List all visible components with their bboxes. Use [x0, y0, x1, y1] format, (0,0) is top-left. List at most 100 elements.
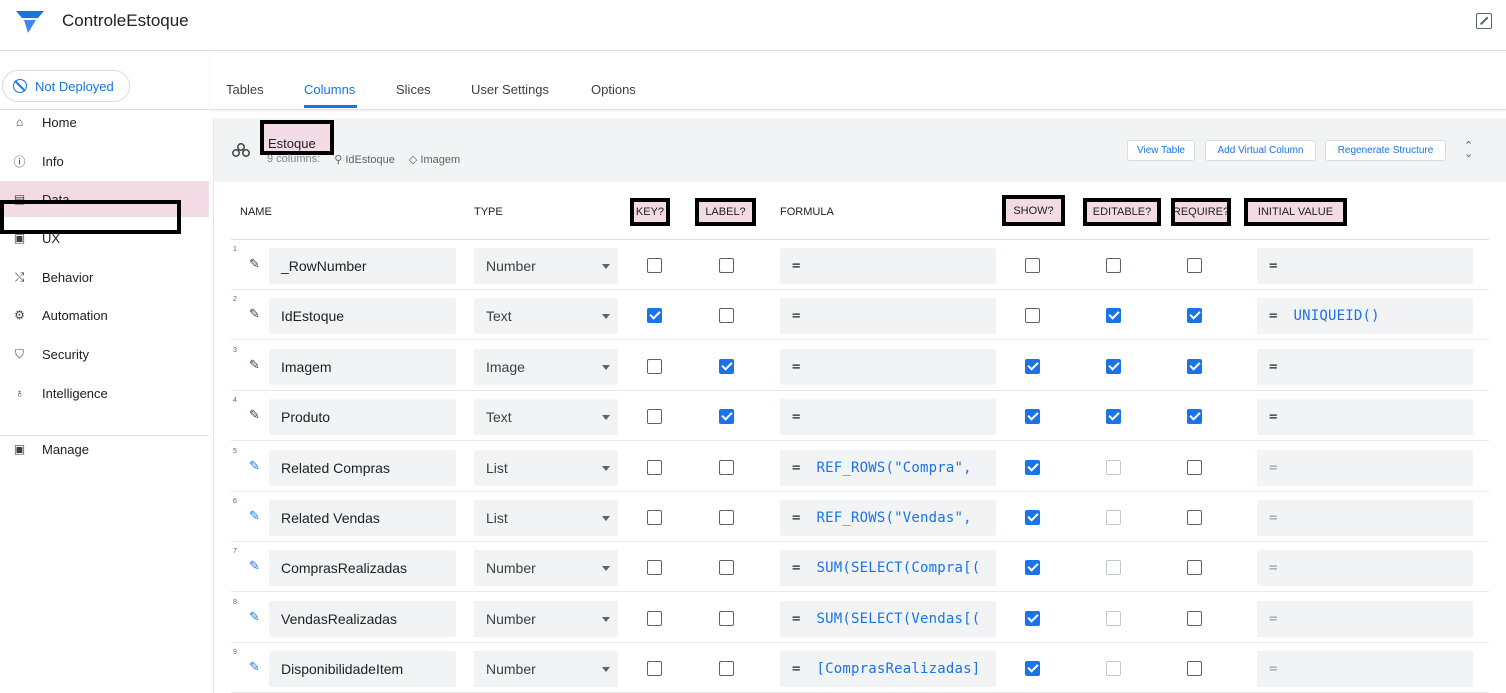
editable-checkbox[interactable] [1106, 308, 1121, 324]
show-checkbox[interactable] [1025, 610, 1040, 626]
formula-field[interactable]: = REF_ROWS("Vendas", [780, 500, 996, 536]
formula-field[interactable]: = REF_ROWS("Compra", [780, 449, 996, 486]
column-name-field[interactable]: DisponibilidadeItem [269, 651, 456, 688]
edit-column-icon[interactable]: ✎ [249, 256, 260, 272]
require-checkbox[interactable] [1187, 610, 1202, 626]
tab-user-settings[interactable]: User Settings [471, 82, 549, 97]
label-checkbox[interactable] [719, 358, 734, 374]
key-checkbox[interactable] [647, 661, 662, 677]
preview-toggle-icon[interactable] [1476, 13, 1492, 29]
initial-value-field[interactable]: = [1257, 449, 1473, 486]
show-checkbox[interactable] [1025, 661, 1040, 677]
edit-column-icon[interactable]: ✎ [249, 558, 260, 574]
show-checkbox[interactable] [1025, 409, 1040, 425]
editable-checkbox[interactable] [1106, 258, 1121, 273]
table-name[interactable]: Estoque [260, 120, 334, 155]
require-checkbox[interactable] [1187, 459, 1202, 475]
tab-columns[interactable]: Columns [304, 82, 355, 97]
column-type-select[interactable]: Number [474, 248, 618, 284]
column-type-select[interactable]: Number [474, 600, 618, 637]
key-checkbox[interactable] [647, 560, 662, 576]
initial-value-field[interactable]: = [1257, 248, 1473, 284]
key-checkbox[interactable] [647, 610, 662, 626]
editable-checkbox[interactable] [1106, 459, 1121, 475]
regenerate-structure-button[interactable]: Regenerate Structure [1325, 140, 1446, 161]
column-type-select[interactable]: Image [474, 348, 618, 385]
show-checkbox[interactable] [1025, 459, 1040, 475]
sidebar-item-manage[interactable]: ▣ Manage [0, 431, 209, 467]
column-type-select[interactable]: List [474, 449, 618, 486]
label-checkbox[interactable] [719, 308, 734, 324]
label-checkbox[interactable] [719, 560, 734, 576]
column-name-field[interactable]: ComprasRealizadas [269, 550, 456, 587]
edit-column-icon[interactable]: ✎ [249, 458, 260, 474]
formula-field[interactable]: = SUM(SELECT(Vendas[( [780, 600, 996, 637]
key-checkbox[interactable] [647, 308, 662, 324]
show-checkbox[interactable] [1025, 358, 1040, 374]
expand-collapse-icon[interactable]: ⌃ ⌄ [1464, 141, 1473, 160]
label-checkbox[interactable] [719, 510, 734, 525]
require-checkbox[interactable] [1187, 661, 1202, 677]
sidebar-item-security[interactable]: ⛉ Security [0, 336, 209, 372]
edit-column-icon[interactable]: ✎ [249, 659, 260, 675]
column-type-select[interactable]: Number [474, 651, 618, 688]
tab-slices[interactable]: Slices [396, 82, 431, 97]
key-checkbox[interactable] [647, 258, 662, 273]
require-checkbox[interactable] [1187, 308, 1202, 324]
key-checkbox[interactable] [647, 409, 662, 425]
column-name-field[interactable]: Related Vendas [269, 500, 456, 536]
initial-value-field[interactable]: = [1257, 500, 1473, 536]
view-table-button[interactable]: View Table [1127, 140, 1195, 161]
label-checkbox[interactable] [719, 661, 734, 677]
label-checkbox[interactable] [719, 258, 734, 273]
sidebar-item-behavior[interactable]: ⤭ Behavior [0, 259, 209, 295]
edit-column-icon[interactable]: ✎ [249, 357, 260, 373]
editable-checkbox[interactable] [1106, 661, 1121, 677]
formula-field[interactable]: = [780, 248, 996, 284]
label-checkbox[interactable] [719, 459, 734, 475]
require-checkbox[interactable] [1187, 560, 1202, 576]
initial-value-field[interactable]: = [1257, 550, 1473, 587]
deploy-status-button[interactable]: Not Deployed [2, 70, 130, 102]
sidebar-item-automation[interactable]: ⚙ Automation [0, 297, 209, 333]
tab-options[interactable]: Options [591, 82, 636, 97]
initial-value-field[interactable]: = [1257, 651, 1473, 688]
require-checkbox[interactable] [1187, 409, 1202, 425]
edit-column-icon[interactable]: ✎ [249, 609, 260, 625]
add-virtual-column-button[interactable]: Add Virtual Column [1205, 140, 1316, 161]
formula-field[interactable]: = [780, 348, 996, 385]
key-checkbox[interactable] [647, 459, 662, 475]
initial-value-field[interactable]: = [1257, 348, 1473, 385]
editable-checkbox[interactable] [1106, 358, 1121, 374]
label-checkbox[interactable] [719, 409, 734, 425]
sidebar-item-info[interactable]: ⓘ Info [0, 143, 209, 179]
require-checkbox[interactable] [1187, 258, 1202, 273]
column-name-field[interactable]: Produto [269, 399, 456, 436]
column-name-field[interactable]: VendasRealizadas [269, 600, 456, 637]
sidebar-item-home[interactable]: ⌂ Home [0, 104, 209, 140]
show-checkbox[interactable] [1025, 510, 1040, 525]
initial-value-field[interactable]: = UNIQUEID() [1257, 298, 1473, 335]
column-name-field[interactable]: IdEstoque [269, 298, 456, 335]
key-checkbox[interactable] [647, 358, 662, 374]
column-type-select[interactable]: Text [474, 298, 618, 335]
column-type-select[interactable]: Text [474, 399, 618, 436]
column-type-select[interactable]: List [474, 500, 618, 536]
formula-field[interactable]: = [780, 298, 996, 335]
edit-column-icon[interactable]: ✎ [249, 508, 260, 524]
initial-value-field[interactable]: = [1257, 600, 1473, 637]
column-name-field[interactable]: _RowNumber [269, 248, 456, 284]
editable-checkbox[interactable] [1106, 510, 1121, 525]
formula-field[interactable]: = [ComprasRealizadas] [780, 651, 996, 688]
formula-field[interactable]: = [780, 399, 996, 436]
sidebar-item-intelligence[interactable]: ♁ Intelligence [0, 375, 209, 411]
show-checkbox[interactable] [1025, 560, 1040, 576]
key-checkbox[interactable] [647, 510, 662, 525]
edit-column-icon[interactable]: ✎ [249, 407, 260, 423]
show-checkbox[interactable] [1025, 258, 1040, 273]
label-checkbox[interactable] [719, 610, 734, 626]
tab-tables[interactable]: Tables [226, 82, 264, 97]
require-checkbox[interactable] [1187, 510, 1202, 525]
column-name-field[interactable]: Imagem [269, 348, 456, 385]
editable-checkbox[interactable] [1106, 409, 1121, 425]
